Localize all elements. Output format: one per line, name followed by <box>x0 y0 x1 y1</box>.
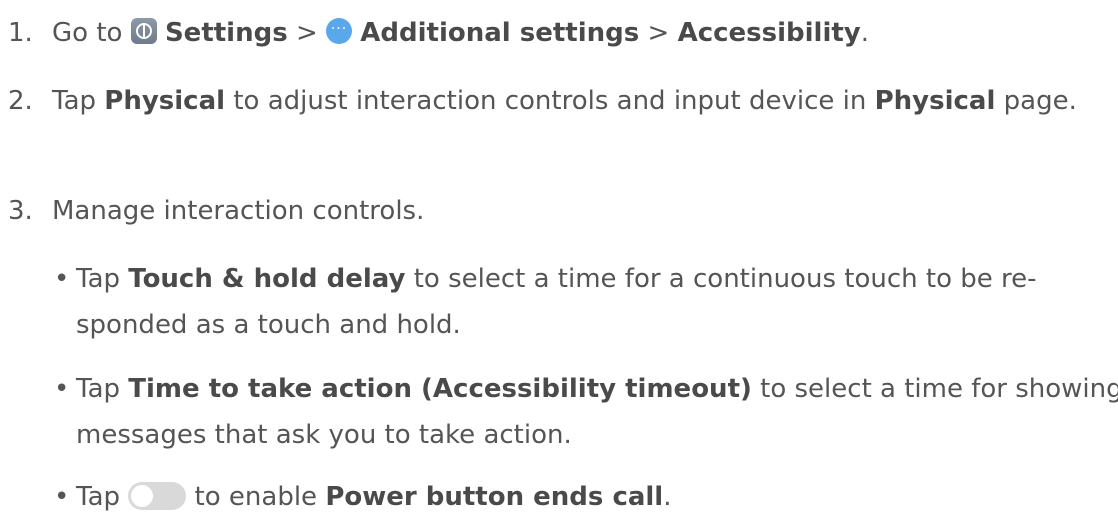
additional-settings-label: Additional settings <box>360 18 640 48</box>
separator: > <box>295 18 318 48</box>
bullet-time-to-take-action: • Tap Time to take action (Accessibility… <box>52 366 1118 458</box>
settings-icon <box>130 18 157 44</box>
physical-label: Physical <box>104 86 226 116</box>
settings-label: Settings <box>164 18 288 48</box>
toggle-switch-icon <box>128 482 187 510</box>
step-number: 1. <box>8 18 33 48</box>
power-button-ends-call-label: Power button ends call <box>325 482 664 512</box>
step-number: 2. <box>8 86 33 116</box>
separator: > <box>647 18 670 48</box>
touch-hold-delay-label: Touch & hold delay <box>128 264 406 294</box>
more-options-icon: ··· <box>326 18 353 44</box>
bullet-power-button-ends-call: • Tap to enable Power button ends call. <box>52 474 1118 520</box>
physical-label: Physical <box>874 86 996 116</box>
step-text: Manage interaction controls. <box>52 196 425 226</box>
step-2: 2. Tap Physical to adjust interaction co… <box>8 78 1118 124</box>
step-number: 3. <box>8 196 33 226</box>
step-1: 1. Go to Settings > ··· Additional setti… <box>8 10 1118 56</box>
bullet-dot: • <box>54 482 70 512</box>
time-to-take-action-label: Time to take action (Accessibility timeo… <box>128 374 752 404</box>
step-text: Go to <box>52 18 123 48</box>
bullet-touch-hold-delay: • Tap Touch & hold delay to select a tim… <box>52 256 1118 348</box>
bullet-dot: • <box>54 264 70 294</box>
bullet-dot: • <box>54 374 70 404</box>
accessibility-label: Accessibility <box>677 18 861 48</box>
step-3: 3. Manage interaction controls. <box>8 188 1118 234</box>
